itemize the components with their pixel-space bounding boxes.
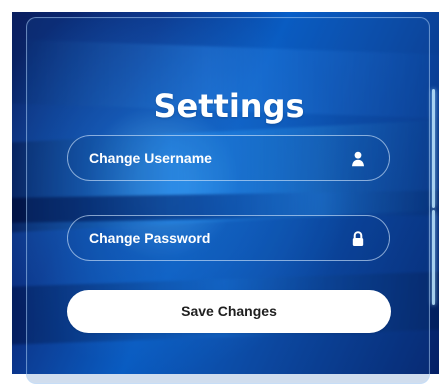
background-window-edge bbox=[432, 210, 435, 305]
settings-title: Settings bbox=[153, 87, 305, 126]
screenshot-border-right bbox=[439, 0, 448, 388]
screenshot-border-left bbox=[0, 0, 12, 388]
change-password-label: Change Password bbox=[89, 230, 211, 246]
screen: Settings Change Username Change Password… bbox=[0, 0, 448, 388]
save-changes-button[interactable]: Save Changes bbox=[67, 290, 391, 333]
change-password-field[interactable]: Change Password bbox=[67, 215, 390, 261]
background-window-edge bbox=[432, 89, 435, 208]
lock-icon bbox=[351, 231, 365, 247]
user-icon bbox=[351, 151, 365, 167]
screenshot-border-top bbox=[0, 0, 448, 12]
change-username-field[interactable]: Change Username bbox=[67, 135, 390, 181]
change-username-label: Change Username bbox=[89, 150, 212, 166]
settings-panel: Settings Change Username Change Password… bbox=[26, 17, 430, 384]
